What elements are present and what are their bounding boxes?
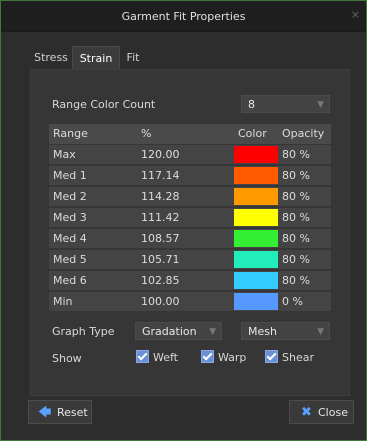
color-swatch[interactable] xyxy=(234,146,278,163)
range-color-count-label: Range Color Count xyxy=(52,98,156,111)
percent-cell: 120.00 xyxy=(141,148,180,161)
tab-fit[interactable]: Fit xyxy=(120,46,146,69)
chevron-down-icon: ▼ xyxy=(317,100,324,110)
percent-cell: 111.42 xyxy=(141,211,180,224)
percent-cell: 117.14 xyxy=(141,169,180,182)
chevron-down-icon: ▼ xyxy=(317,327,324,337)
opacity-cell[interactable]: 80 % xyxy=(278,250,331,269)
close-icon: ✖ xyxy=(301,405,312,420)
warp-label: Warp xyxy=(218,351,247,364)
opacity-cell[interactable]: 80 % xyxy=(278,208,331,227)
range-cell: Med 5 xyxy=(53,253,87,266)
table-row[interactable]: Min 100.00 0 % xyxy=(49,292,331,311)
tab-strain[interactable]: Strain xyxy=(72,46,120,70)
graph-type-label: Graph Type xyxy=(52,325,115,338)
shear-checkbox[interactable] xyxy=(265,350,278,363)
range-cell: Min xyxy=(53,295,73,308)
table-row[interactable]: Med 6 102.85 80 % xyxy=(49,271,331,290)
graph-type-select[interactable]: Gradation ▼ xyxy=(135,322,222,340)
reset-label: Reset xyxy=(57,406,88,419)
percent-cell: 100.00 xyxy=(141,295,180,308)
color-swatch[interactable] xyxy=(234,230,278,247)
range-cell: Med 4 xyxy=(53,232,87,245)
table-row[interactable]: Med 4 108.57 80 % xyxy=(49,229,331,248)
table-row[interactable]: Med 2 114.28 80 % xyxy=(49,187,331,206)
window-title: Garment Fit Properties xyxy=(121,10,246,23)
range-color-count-value: 8 xyxy=(248,98,255,111)
opacity-cell[interactable]: 80 % xyxy=(278,145,331,164)
table-header: Range % Color Opacity xyxy=(49,124,331,144)
opacity-cell[interactable]: 80 % xyxy=(278,271,331,290)
color-swatch[interactable] xyxy=(234,272,278,289)
percent-cell: 102.85 xyxy=(141,274,180,287)
color-swatch[interactable] xyxy=(234,293,278,310)
range-cell: Med 1 xyxy=(53,169,87,182)
close-label: Close xyxy=(318,406,348,419)
header-color: Color xyxy=(238,127,267,140)
opacity-cell[interactable]: 80 % xyxy=(278,166,331,185)
header-opacity: Opacity xyxy=(282,127,325,140)
range-cell: Med 2 xyxy=(53,190,87,203)
chevron-down-icon: ▼ xyxy=(209,327,216,337)
weft-label: Weft xyxy=(153,351,178,364)
reset-button[interactable]: 🡄 Reset xyxy=(28,400,92,424)
color-swatch[interactable] xyxy=(234,167,278,184)
percent-cell: 114.28 xyxy=(141,190,180,203)
range-color-count-select[interactable]: 8 ▼ xyxy=(241,95,330,113)
opacity-cell[interactable]: 80 % xyxy=(278,229,331,248)
close-button[interactable]: ✖ Close xyxy=(289,400,354,424)
warp-checkbox[interactable] xyxy=(201,350,214,363)
table-row[interactable]: Med 1 117.14 80 % xyxy=(49,166,331,185)
shear-label: Shear xyxy=(282,351,314,364)
close-window-icon[interactable]: × xyxy=(351,8,360,21)
color-swatch[interactable] xyxy=(234,251,278,268)
render-mode-select[interactable]: Mesh ▼ xyxy=(241,322,330,340)
show-label: Show xyxy=(52,352,82,365)
percent-cell: 108.57 xyxy=(141,232,180,245)
arrow-left-icon: 🡄 xyxy=(38,405,52,420)
percent-cell: 105.71 xyxy=(141,253,180,266)
range-cell: Med 3 xyxy=(53,211,87,224)
range-cell: Max xyxy=(53,148,76,161)
header-percent: % xyxy=(141,127,152,140)
dialog-window: Garment Fit Properties × Stress Strain F… xyxy=(0,0,367,441)
color-swatch[interactable] xyxy=(234,188,278,205)
header-range: Range xyxy=(53,127,88,140)
tab-stress[interactable]: Stress xyxy=(30,46,72,69)
opacity-cell[interactable]: 80 % xyxy=(278,187,331,206)
table-row[interactable]: Med 5 105.71 80 % xyxy=(49,250,331,269)
table-row[interactable]: Med 3 111.42 80 % xyxy=(49,208,331,227)
graph-type-value: Gradation xyxy=(142,325,197,338)
title-bar[interactable]: Garment Fit Properties × xyxy=(1,1,366,32)
render-mode-value: Mesh xyxy=(248,325,277,338)
color-swatch[interactable] xyxy=(234,209,278,226)
opacity-cell[interactable]: 0 % xyxy=(278,292,331,311)
table-row[interactable]: Max 120.00 80 % xyxy=(49,145,331,164)
weft-checkbox[interactable] xyxy=(136,350,149,363)
range-cell: Med 6 xyxy=(53,274,87,287)
